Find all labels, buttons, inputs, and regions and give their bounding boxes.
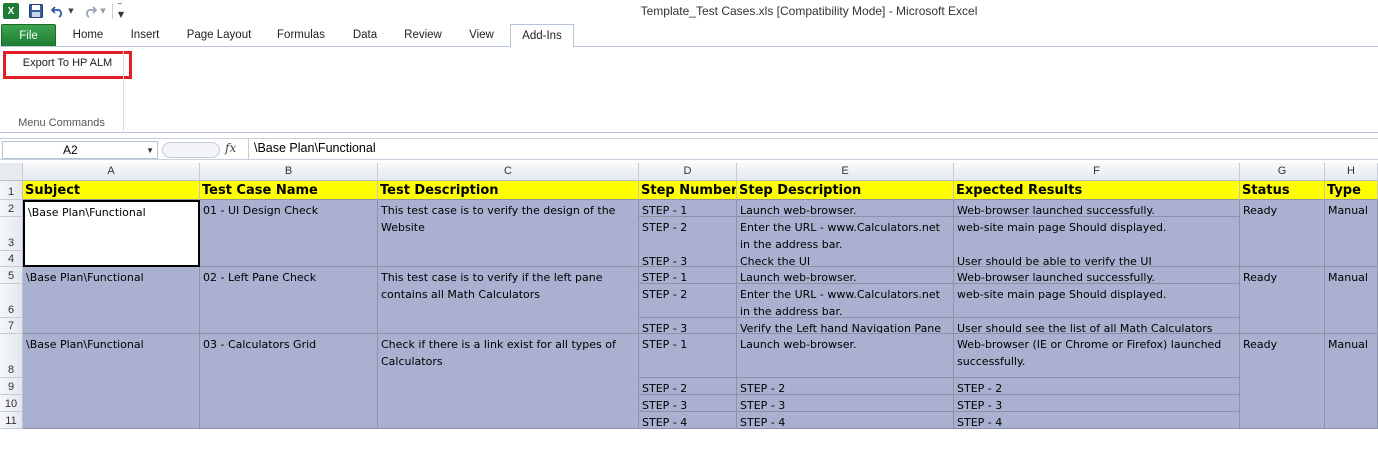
tab-add-ins[interactable]: Add-Ins xyxy=(510,24,574,48)
type-cell[interactable]: Manual xyxy=(1325,200,1378,267)
header-cell-c[interactable]: Test Description xyxy=(378,181,639,200)
formula-input[interactable]: \Base Plan\Functional xyxy=(248,139,1378,159)
step-description-cell[interactable]: STEP - 3 xyxy=(737,395,954,412)
formula-bar-expand-handle[interactable] xyxy=(162,142,220,158)
ribbon-tabs: File Home Insert Page Layout Formulas Da… xyxy=(0,24,1378,48)
step-number-cell[interactable]: STEP - 1 xyxy=(639,267,737,284)
select-all-corner[interactable] xyxy=(0,163,23,181)
name-box-value: A2 xyxy=(63,143,78,157)
expected-results-cell[interactable]: Web-browser launched successfully. xyxy=(954,200,1240,217)
tab-file[interactable]: File xyxy=(1,24,56,47)
test-description-cell[interactable]: This test case is to verify if the left … xyxy=(378,267,639,334)
tab-page-layout[interactable]: Page Layout xyxy=(178,24,260,47)
expected-results-cell[interactable]: web-site main page Should displayed. xyxy=(954,284,1240,318)
step-description-cell[interactable]: STEP - 2 xyxy=(737,378,954,395)
type-cell[interactable]: Manual xyxy=(1325,267,1378,334)
test-description-cell[interactable]: This test case is to verify the design o… xyxy=(378,200,639,267)
column-header-f[interactable]: F xyxy=(954,163,1240,181)
name-box-dropdown-icon[interactable]: ▼ xyxy=(146,142,154,160)
row-header-2[interactable]: 2 xyxy=(0,200,23,217)
step-description-cell[interactable]: Verify the Left hand Navigation Pane xyxy=(737,318,954,334)
spreadsheet-grid: A B C D E F G H 1 2 3 4 5 6 7 8 9 10 11 Subject Test Case Na… xyxy=(0,163,1378,463)
row-header-6[interactable]: 6 xyxy=(0,284,23,318)
header-cell-a[interactable]: Subject xyxy=(23,181,200,200)
row-header-11[interactable]: 11 xyxy=(0,412,23,429)
row-header-3[interactable]: 3 xyxy=(0,217,23,251)
row-header-8[interactable]: 8 xyxy=(0,334,23,378)
header-cell-g[interactable]: Status xyxy=(1240,181,1325,200)
status-cell[interactable]: Ready xyxy=(1240,334,1325,429)
subject-cell[interactable]: \Base Plan\Functional xyxy=(23,334,200,429)
column-header-b[interactable]: B xyxy=(200,163,378,181)
tab-formulas[interactable]: Formulas xyxy=(268,24,334,47)
export-to-hp-alm-button[interactable]: Export To HP ALM xyxy=(3,51,132,79)
step-description-cell[interactable]: Launch web-browser. xyxy=(737,200,954,217)
step-number-cell[interactable]: STEP - 3 xyxy=(639,251,737,267)
step-number-cell[interactable]: STEP - 3 xyxy=(639,318,737,334)
row-header-7[interactable]: 7 xyxy=(0,318,23,334)
test-case-name-cell[interactable]: 02 - Left Pane Check xyxy=(200,267,378,334)
step-description-cell[interactable]: Launch web-browser. xyxy=(737,334,954,378)
test-case-name-cell[interactable]: 01 - UI Design Check xyxy=(200,200,378,267)
expected-results-cell[interactable]: STEP - 2 xyxy=(954,378,1240,395)
test-case-name-cell[interactable]: 03 - Calculators Grid xyxy=(200,334,378,429)
row-header-4[interactable]: 4 xyxy=(0,251,23,267)
step-description-cell[interactable]: Check the UI xyxy=(737,251,954,267)
step-number-cell[interactable]: STEP - 2 xyxy=(639,284,737,318)
expected-results-cell[interactable]: STEP - 3 xyxy=(954,395,1240,412)
tab-home[interactable]: Home xyxy=(62,24,114,47)
window-title: Template_Test Cases.xls [Compatibility M… xyxy=(640,4,978,18)
formula-bar: A2 ▼ fx \Base Plan\Functional xyxy=(0,138,1378,160)
step-number-cell[interactable]: STEP - 4 xyxy=(639,412,737,429)
tab-insert[interactable]: Insert xyxy=(120,24,170,47)
ribbon-group-separator xyxy=(123,51,124,131)
column-header-d[interactable]: D xyxy=(639,163,737,181)
subject-cell[interactable]: \Base Plan\Functional xyxy=(23,267,200,334)
menu-commands-group-label: Menu Commands xyxy=(18,117,105,129)
tab-view[interactable]: View xyxy=(459,24,504,47)
step-number-cell[interactable]: STEP - 1 xyxy=(639,200,737,217)
ribbon-panel: Export To HP ALM Menu Commands xyxy=(0,46,1378,133)
expected-results-cell[interactable]: Web-browser launched successfully. xyxy=(954,267,1240,284)
column-header-h[interactable]: H xyxy=(1325,163,1378,181)
step-number-cell[interactable]: STEP - 3 xyxy=(639,395,737,412)
test-description-cell[interactable]: Check if there is a link exist for all t… xyxy=(378,334,639,429)
column-header-e[interactable]: E xyxy=(737,163,954,181)
expected-results-cell[interactable]: User should be able to verify the UI xyxy=(954,251,1240,267)
expected-results-cell[interactable]: STEP - 4 xyxy=(954,412,1240,429)
step-number-cell[interactable]: STEP - 2 xyxy=(639,378,737,395)
step-number-cell[interactable]: STEP - 1 xyxy=(639,334,737,378)
row-header-1[interactable]: 1 xyxy=(0,181,23,200)
step-description-cell[interactable]: Launch web-browser. xyxy=(737,267,954,284)
header-cell-f[interactable]: Expected Results xyxy=(954,181,1240,200)
insert-function-icon[interactable]: fx xyxy=(225,141,236,155)
column-header-a[interactable]: A xyxy=(23,163,200,181)
column-header-g[interactable]: G xyxy=(1240,163,1325,181)
status-cell[interactable]: Ready xyxy=(1240,200,1325,267)
step-description-cell[interactable]: Enter the URL - www.Calculators.net in t… xyxy=(737,284,954,318)
header-cell-b[interactable]: Test Case Name xyxy=(200,181,378,200)
step-description-cell[interactable]: STEP - 4 xyxy=(737,412,954,429)
tab-review[interactable]: Review xyxy=(396,24,450,47)
tab-data[interactable]: Data xyxy=(342,24,388,47)
header-cell-h[interactable]: Type xyxy=(1325,181,1378,200)
header-cell-e[interactable]: Step Description xyxy=(737,181,954,200)
header-cell-d[interactable]: Step Number xyxy=(639,181,737,200)
row-header-5[interactable]: 5 xyxy=(0,267,23,284)
type-cell[interactable]: Manual xyxy=(1325,334,1378,429)
row-header-9[interactable]: 9 xyxy=(0,378,23,395)
row-header-10[interactable]: 10 xyxy=(0,395,23,412)
status-cell[interactable]: Ready xyxy=(1240,267,1325,334)
column-header-c[interactable]: C xyxy=(378,163,639,181)
expected-results-cell[interactable]: User should see the list of all Math Cal… xyxy=(954,318,1240,334)
name-box[interactable]: A2 ▼ xyxy=(2,141,158,159)
subject-cell[interactable]: \Base Plan\Functional xyxy=(23,200,200,267)
expected-results-cell[interactable]: Web-browser (IE or Chrome or Firefox) la… xyxy=(954,334,1240,378)
title-bar: X ▼ ▼ ‾ ▼ Template_Test Cases.xls [Compat… xyxy=(0,0,1378,24)
